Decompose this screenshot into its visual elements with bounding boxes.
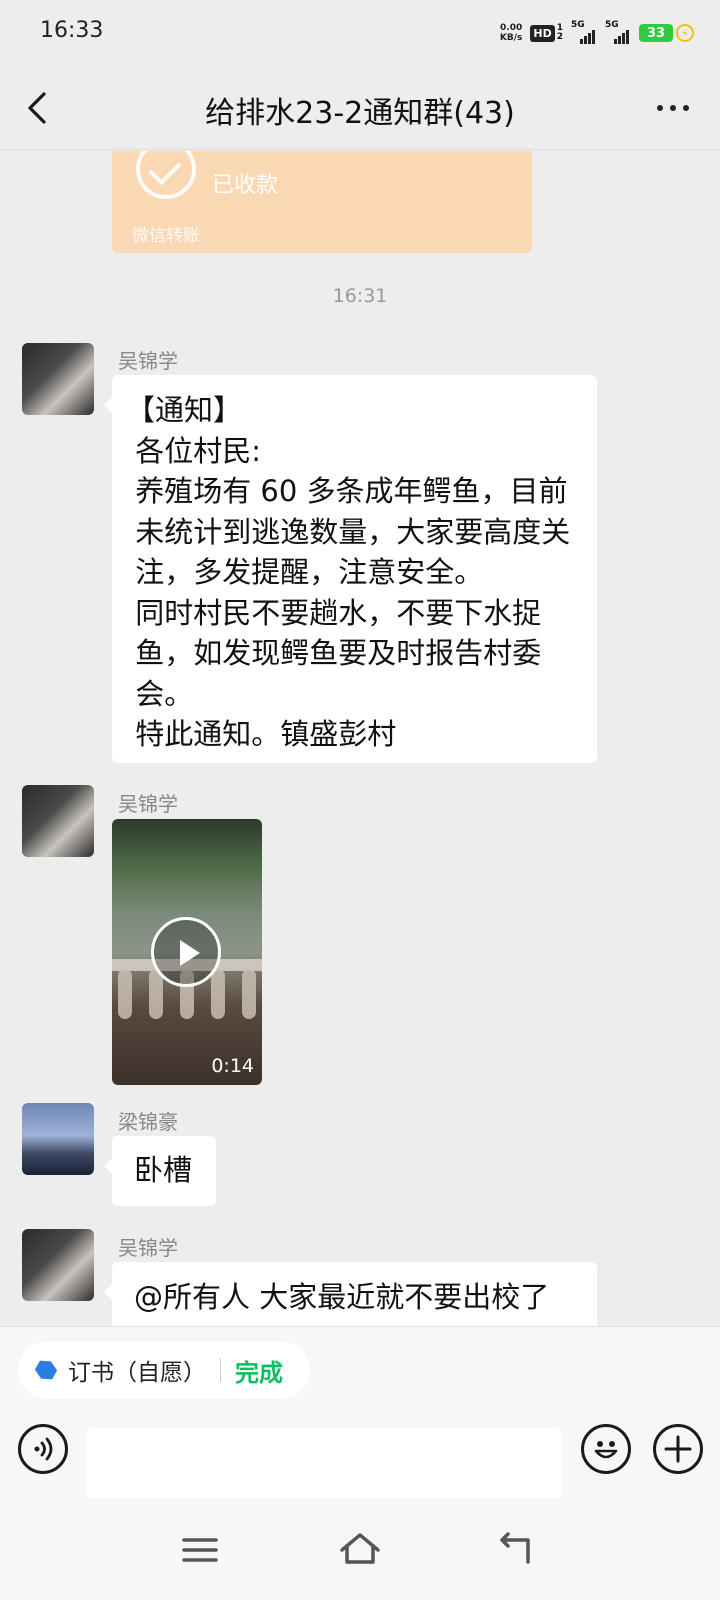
quick-action-bar: 订书（自愿） 完成 bbox=[0, 1326, 720, 1410]
message-input[interactable] bbox=[86, 1428, 562, 1498]
status-icons: 0.00 KB/s HD 1 2 5G 5G 33 ⚡ bbox=[500, 20, 694, 46]
sim2-label: 5G bbox=[605, 20, 619, 30]
transfer-status: 已收款 bbox=[212, 173, 279, 198]
status-time: 16:33 bbox=[40, 18, 104, 43]
cube-icon bbox=[32, 1356, 59, 1383]
chat-header: 给排水23-2通知群(43) bbox=[0, 66, 720, 150]
plus-icon bbox=[664, 1435, 692, 1463]
system-navigation-bar bbox=[0, 1508, 720, 1600]
hd-sub: 1 2 bbox=[557, 24, 563, 42]
quick-action-label: 订书（自愿） bbox=[68, 1360, 206, 1386]
avatar[interactable] bbox=[22, 1229, 94, 1301]
chat-message-list[interactable]: 已收款 微信转账 16:31 吴锦学 【通知】 各位村民: 养殖场有 60 多条… bbox=[0, 151, 720, 1326]
time-divider: 16:31 bbox=[332, 285, 388, 307]
network-speed: 0.00 KB/s bbox=[500, 23, 522, 43]
message-bubble[interactable]: @所有人 大家最近就不要出校了 bbox=[104, 1262, 597, 1326]
status-bar: 16:33 0.00 KB/s HD 1 2 5G 5G 33 ⚡ bbox=[0, 0, 720, 66]
network-speed-unit: KB/s bbox=[499, 33, 523, 43]
message-bubble[interactable]: 【通知】 各位村民: 养殖场有 60 多条成年鳄鱼，目前 未统计到逃逸数量，大家… bbox=[104, 375, 597, 763]
check-circle-icon bbox=[136, 151, 196, 199]
transfer-footer: 微信转账 bbox=[132, 226, 200, 246]
avatar[interactable] bbox=[22, 343, 94, 415]
battery-level: 33 bbox=[639, 24, 673, 42]
menu-icon bbox=[182, 1538, 218, 1562]
back-icon bbox=[500, 1532, 530, 1564]
quick-action-done[interactable]: 完成 bbox=[235, 1353, 283, 1388]
transfer-card[interactable]: 已收款 微信转账 bbox=[112, 151, 532, 253]
plus-button[interactable] bbox=[653, 1424, 703, 1474]
quick-action-chip[interactable]: 订书（自愿） 完成 bbox=[18, 1341, 310, 1399]
play-icon[interactable] bbox=[151, 917, 221, 987]
message-text: 卧槽 bbox=[134, 1153, 193, 1187]
emoji-button[interactable] bbox=[581, 1424, 631, 1474]
home-icon bbox=[340, 1533, 380, 1564]
video-duration: 0:14 bbox=[211, 1055, 254, 1077]
sim1-label: 5G bbox=[571, 20, 585, 30]
network-speed-value: 0.00 bbox=[500, 23, 523, 33]
sender-name: 吴锦学 bbox=[118, 792, 178, 816]
message-text: @所有人 大家最近就不要出校了 bbox=[134, 1280, 550, 1314]
back-nav-button[interactable] bbox=[494, 1530, 542, 1570]
more-button[interactable] bbox=[648, 88, 698, 128]
avatar[interactable] bbox=[22, 785, 94, 857]
hd-sub-bottom: 2 bbox=[556, 32, 563, 42]
voice-icon bbox=[34, 1437, 53, 1461]
signal-icon: 5G bbox=[605, 20, 631, 44]
input-bar bbox=[0, 1410, 720, 1508]
video-message[interactable]: 0:14 bbox=[112, 819, 262, 1085]
sender-name: 梁锦豪 bbox=[118, 1110, 178, 1134]
divider bbox=[220, 1358, 221, 1382]
sender-name: 吴锦学 bbox=[118, 349, 178, 373]
home-button[interactable] bbox=[336, 1530, 384, 1570]
battery-icon: 33 ⚡ bbox=[639, 24, 694, 42]
chat-title: 给排水23-2通知群(43) bbox=[205, 96, 515, 131]
emoji-icon bbox=[594, 1441, 618, 1459]
hd-label: HD bbox=[530, 24, 555, 42]
signal-icon: 5G bbox=[571, 20, 597, 44]
message-text: 【通知】 各位村民: 养殖场有 60 多条成年鳄鱼，目前 未统计到逃逸数量，大家… bbox=[126, 393, 571, 751]
message-bubble[interactable]: 卧槽 bbox=[104, 1136, 216, 1206]
menu-button[interactable] bbox=[176, 1530, 224, 1570]
charging-bolt-icon: ⚡ bbox=[676, 24, 694, 42]
hd-icon: HD 1 2 bbox=[530, 24, 563, 42]
sender-name: 吴锦学 bbox=[118, 1236, 178, 1260]
voice-button[interactable] bbox=[18, 1424, 68, 1474]
more-dots-icon bbox=[657, 105, 663, 111]
avatar[interactable] bbox=[22, 1103, 94, 1175]
